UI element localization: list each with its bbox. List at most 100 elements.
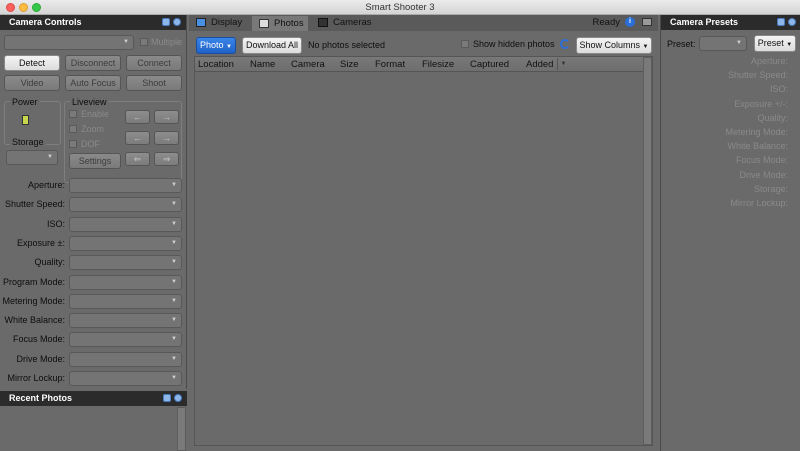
tab-cameras[interactable]: Cameras [311, 15, 377, 31]
preset-field-label: Shutter Speed: [727, 70, 788, 81]
show-columns-label: Show Columns [579, 40, 641, 50]
storage-select[interactable]: ▼ [6, 150, 58, 165]
setting-select[interactable]: ▼ [69, 293, 182, 309]
column-header[interactable]: Camera [291, 59, 325, 70]
close-panel-icon[interactable] [788, 18, 796, 26]
camera-controls-header: Camera Controls [0, 15, 186, 30]
chevron-down-icon: ▼ [786, 42, 793, 48]
focus-far-medium-button[interactable]: → [154, 131, 179, 145]
tab-photos[interactable]: Photos [251, 15, 309, 31]
recent-photos-panel: Recent Photos [0, 389, 187, 451]
setting-label: Aperture: [27, 180, 65, 190]
preset-field-label: White Balance: [727, 141, 788, 152]
column-header[interactable]: Added [526, 59, 553, 70]
column-header[interactable]: Filesize [422, 59, 454, 70]
cameras-icon [318, 18, 328, 27]
column-header[interactable]: Format [375, 59, 405, 70]
tab-display[interactable]: Display [189, 15, 247, 31]
column-header[interactable]: Captured [470, 59, 509, 70]
show-columns-button[interactable]: Show Columns ▼ [576, 37, 652, 54]
setting-select[interactable]: ▼ [69, 216, 182, 232]
float-icon[interactable] [163, 394, 171, 402]
camera-presets-title: Camera Presets [670, 17, 739, 27]
camera-presets-panel: Camera Presets Preset: ▼ Preset ▼ Apertu… [660, 15, 800, 451]
setting-label: Program Mode: [2, 276, 65, 287]
setting-select[interactable]: ▼ [69, 255, 182, 271]
multiple-checkbox[interactable] [140, 38, 148, 46]
column-header[interactable]: Name [250, 59, 275, 70]
recent-photos-scrollbar[interactable] [177, 407, 186, 451]
chevron-down-icon: ▼ [171, 220, 177, 227]
autofocus-button[interactable]: Auto Focus [65, 75, 121, 91]
detect-button[interactable]: Detect [4, 55, 60, 71]
info-icon[interactable]: i [625, 17, 635, 27]
table-vertical-scrollbar[interactable] [643, 57, 652, 445]
focus-near-medium-button[interactable]: ← [125, 131, 150, 145]
tab-cameras-label: Cameras [333, 17, 372, 28]
photo-dropdown-label: Photo [200, 40, 224, 50]
show-hidden-checkbox[interactable] [461, 40, 469, 48]
video-button[interactable]: Video [4, 75, 60, 91]
preset-field-label: Mirror Lockup: [730, 198, 788, 208]
setting-label: Mirror Lockup: [7, 373, 65, 383]
setting-select[interactable]: ▼ [69, 274, 182, 290]
float-icon[interactable] [777, 18, 785, 26]
sort-indicator-icon[interactable]: ▼ [557, 58, 569, 70]
setting-select[interactable]: ▼ [69, 351, 182, 367]
camera-controls-title: Camera Controls [9, 17, 82, 27]
focus-far-small-button[interactable]: → [154, 110, 179, 124]
setting-label: Drive Mode: [16, 353, 65, 364]
setting-label: ISO: [46, 218, 65, 229]
shoot-button[interactable]: Shoot [126, 75, 182, 91]
table-header: Location Name Camera Size Format Filesize Capt… [195, 57, 643, 72]
preset-menu-button[interactable]: Preset ▼ [754, 35, 796, 52]
setting-select[interactable]: ▼ [69, 371, 182, 386]
setting-select[interactable]: ▼ [69, 313, 182, 329]
preset-field-label: Storage: [753, 183, 788, 194]
liveview-dof-label: DOF [81, 139, 100, 149]
camera-controls-panel: Camera Controls ▼ Multiple Detect Discon… [0, 15, 187, 389]
close-panel-icon[interactable] [174, 394, 182, 402]
liveview-zoom-checkbox[interactable] [69, 125, 77, 133]
column-header[interactable]: Size [340, 59, 358, 70]
setting-label: Focus Mode: [12, 334, 65, 345]
liveview-settings-label: Settings [78, 156, 112, 166]
chevron-down-icon: ▼ [171, 201, 177, 208]
chevron-down-icon: ▼ [171, 375, 177, 381]
preset-field-label: Aperture: [750, 56, 788, 66]
liveview-enable-checkbox[interactable] [69, 110, 77, 118]
chevron-down-icon: ▼ [642, 44, 649, 50]
setting-select[interactable]: ▼ [69, 332, 182, 348]
recent-photos-title: Recent Photos [9, 393, 73, 403]
liveview-dof-checkbox[interactable] [69, 140, 77, 148]
download-all-button[interactable]: Download All [242, 37, 302, 54]
close-panel-icon[interactable] [173, 18, 181, 26]
tab-display-label: Display [211, 17, 243, 28]
chevron-down-icon: ▼ [226, 44, 232, 50]
setting-select[interactable]: ▼ [69, 235, 182, 251]
setting-label: Metering Mode: [2, 295, 65, 306]
recent-photos-header: Recent Photos [0, 391, 187, 406]
title-bar: Smart Shooter 3 [0, 0, 800, 15]
camera-presets-header: Camera Presets [661, 15, 800, 30]
focus-far-large-button[interactable]: ⇒ [154, 152, 179, 166]
float-icon[interactable] [162, 18, 170, 26]
chevron-down-icon: ▼ [171, 336, 177, 343]
setting-select[interactable]: ▼ [69, 178, 182, 193]
focus-near-large-button[interactable]: ⇐ [125, 152, 150, 166]
connect-button[interactable]: Connect [126, 55, 182, 71]
refresh-icon[interactable] [560, 39, 570, 49]
photo-dropdown-button[interactable]: Photo ▼ [196, 37, 236, 54]
monitor-icon [196, 18, 206, 27]
column-header[interactable]: Location [198, 59, 234, 70]
focus-near-small-button[interactable]: ← [125, 110, 150, 124]
liveview-zoom-label: Zoom [81, 124, 105, 134]
disconnect-button[interactable]: Disconnect [65, 55, 121, 71]
chevron-down-icon: ▼ [171, 182, 177, 188]
float-icon[interactable] [642, 18, 652, 26]
preset-select[interactable]: ▼ [699, 36, 747, 51]
liveview-settings-button[interactable]: Settings [69, 153, 121, 169]
window-title: Smart Shooter 3 [365, 2, 435, 13]
camera-select[interactable]: ▼ [4, 35, 134, 50]
setting-select[interactable]: ▼ [69, 197, 182, 213]
